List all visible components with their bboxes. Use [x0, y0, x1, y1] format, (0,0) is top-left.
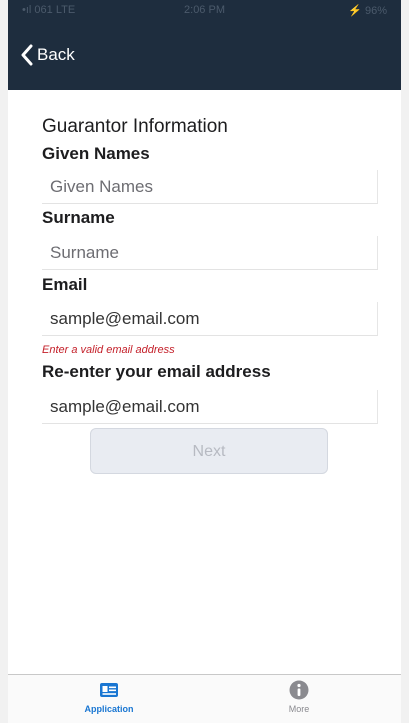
- confirm-email-field[interactable]: [42, 390, 378, 424]
- tab-application-label: Application: [84, 704, 134, 714]
- surname-label: Surname: [42, 208, 115, 227]
- confirm-email-label: Re-enter your email address: [42, 362, 271, 381]
- status-time: 2:06 PM: [184, 4, 225, 16]
- chevron-left-icon: [21, 44, 33, 66]
- navigation-bar: •ıl 061 LTE 2:06 PM ⚡ 96% Back: [8, 0, 401, 90]
- info-icon: [289, 680, 309, 700]
- id-card-icon: [100, 683, 118, 697]
- status-bar: •ıl 061 LTE 2:06 PM ⚡ 96%: [8, 0, 401, 22]
- given-names-input[interactable]: [42, 170, 378, 204]
- phone-screen: •ıl 061 LTE 2:06 PM ⚡ 96% Back Guarantor…: [8, 0, 401, 723]
- battery-indicator: ⚡ 96%: [348, 5, 387, 17]
- email-field[interactable]: [42, 302, 378, 336]
- email-label: Email: [42, 275, 88, 294]
- tab-application[interactable]: Application: [49, 679, 169, 721]
- email-error-message: Enter a valid email address: [42, 344, 175, 356]
- tab-bar: Application More: [8, 674, 401, 723]
- given-names-label: Given Names: [42, 144, 150, 163]
- tab-more-label: More: [288, 704, 310, 714]
- tab-more[interactable]: More: [239, 679, 359, 721]
- form-title: Guarantor Information: [42, 116, 228, 137]
- surname-input[interactable]: [42, 236, 378, 270]
- back-label: Back: [37, 45, 75, 64]
- next-button[interactable]: Next: [90, 428, 328, 474]
- back-button[interactable]: Back: [20, 42, 75, 68]
